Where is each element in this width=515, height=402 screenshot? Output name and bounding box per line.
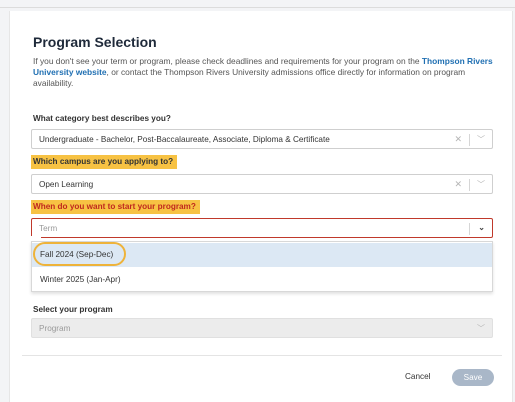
cancel-button[interactable]: Cancel	[405, 372, 431, 381]
page-title: Program Selection	[33, 34, 157, 50]
term-option-winter-2025[interactable]: Winter 2025 (Jan-Apr)	[32, 268, 492, 292]
save-button[interactable]: Save	[452, 369, 494, 386]
program-select[interactable]: Program ﹀	[31, 318, 493, 338]
highlight-ring	[33, 242, 126, 266]
select-separator	[469, 179, 470, 191]
campus-value: Open Learning	[39, 180, 94, 189]
intro-text: If you don't see your term or program, p…	[33, 56, 495, 89]
term-label: When do you want to start your program?	[31, 200, 200, 214]
campus-select[interactable]: Open Learning ✕ ﹀	[31, 174, 493, 194]
close-icon[interactable]: ✕	[454, 134, 462, 145]
intro-text-start: If you don't see your term or program, p…	[33, 56, 422, 66]
category-label: What category best describes you?	[33, 114, 171, 123]
chevron-down-icon[interactable]: ﹀	[477, 179, 485, 190]
select-separator	[469, 223, 470, 235]
top-divider	[0, 7, 515, 8]
footer-divider	[22, 355, 502, 356]
chevron-down-icon[interactable]: ﹀	[477, 134, 485, 145]
close-icon[interactable]: ✕	[454, 179, 462, 190]
category-value: Undergraduate - Bachelor, Post-Baccalaur…	[39, 135, 330, 144]
category-select[interactable]: Undergraduate - Bachelor, Post-Baccalaur…	[31, 129, 493, 149]
chevron-down-icon[interactable]: ⌄	[478, 223, 485, 232]
term-select[interactable]: Term ⌄	[31, 218, 493, 238]
term-option-label: Winter 2025 (Jan-Apr)	[40, 275, 121, 284]
program-placeholder: Program	[39, 324, 71, 333]
chevron-down-icon: ﹀	[477, 324, 485, 333]
campus-label: Which campus are you applying to?	[31, 155, 178, 169]
select-separator	[469, 134, 470, 146]
program-label: Select your program	[33, 305, 113, 314]
term-placeholder: Term	[39, 224, 58, 233]
